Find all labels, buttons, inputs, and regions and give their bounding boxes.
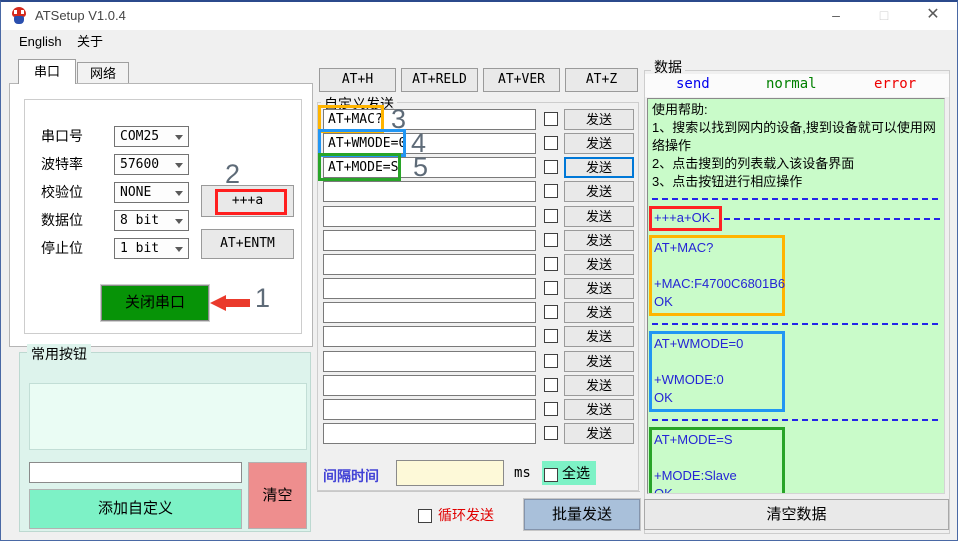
loop-send-checkbox[interactable] (418, 509, 432, 523)
clear-data-button[interactable]: 清空数据 (644, 499, 949, 530)
maximize-icon[interactable]: □ (867, 2, 901, 30)
row-checkbox[interactable] (544, 112, 558, 126)
custom-send-row: 发送 (1, 206, 958, 228)
send-button[interactable]: 发送 (564, 278, 634, 299)
select-all-control: 全选 (542, 461, 596, 485)
select-all-label: 全选 (562, 465, 590, 481)
arrow-left-icon (210, 295, 252, 311)
custom-send-row: 发送 (1, 181, 958, 203)
row-checkbox[interactable] (544, 209, 558, 223)
data-legend: send normal error (645, 74, 949, 97)
quick-button-atz[interactable]: AT+Z (565, 68, 638, 92)
send-button[interactable]: 发送 (564, 399, 634, 420)
row-checkbox[interactable] (544, 402, 558, 416)
row-checkbox[interactable] (544, 233, 558, 247)
legend-error: error (874, 76, 916, 92)
quick-button-atver[interactable]: AT+VER (483, 68, 560, 92)
loop-send-label: 循环发送 (438, 507, 494, 523)
custom-send-row: 发送 (1, 399, 958, 421)
close-icon[interactable]: ✕ (916, 2, 950, 30)
row-checkbox[interactable] (544, 329, 558, 343)
annotation-box-2 (215, 189, 287, 215)
custom-send-row: 发送3 (1, 109, 958, 131)
custom-send-row: 发送4 (1, 133, 958, 155)
send-button[interactable]: 发送 (564, 109, 634, 130)
row-checkbox[interactable] (544, 281, 558, 295)
annotation-number-2: 2 (225, 159, 240, 190)
batch-send-button[interactable]: 批量发送 (524, 499, 640, 530)
annotation-box-5 (318, 153, 401, 181)
custom-command-input[interactable] (323, 399, 536, 420)
custom-command-input[interactable] (323, 254, 536, 275)
custom-send-row: 发送 (1, 278, 958, 300)
custom-send-row: 发送 (1, 254, 958, 276)
clear-common-button[interactable]: 清空 (248, 462, 307, 529)
menu-item-about[interactable]: 关于 (73, 32, 107, 52)
send-button[interactable]: 发送 (564, 351, 634, 372)
quick-button-ath[interactable]: AT+H (319, 68, 396, 92)
custom-send-row: 发送 (1, 230, 958, 252)
legend-normal: normal (766, 76, 817, 92)
select-all-checkbox[interactable] (544, 468, 558, 482)
send-button[interactable]: 发送 (564, 326, 634, 347)
send-button[interactable]: 发送 (564, 157, 634, 178)
custom-send-row: 发送5 (1, 157, 958, 179)
loop-send-control: 循环发送 (418, 505, 494, 525)
custom-send-row: 发送 (1, 302, 958, 324)
custom-command-input[interactable] (323, 206, 536, 227)
log-blank-line (654, 449, 778, 467)
log-line: +MODE:Slave (654, 467, 778, 485)
annotation-number-5: 5 (413, 152, 428, 183)
row-checkbox[interactable] (544, 378, 558, 392)
tab-network[interactable]: 网络 (77, 62, 129, 84)
row-checkbox[interactable] (544, 257, 558, 271)
window-title: ATSetup V1.0.4 (35, 2, 126, 30)
custom-command-input[interactable] (323, 423, 536, 444)
custom-send-row: 发送 (1, 375, 958, 397)
ms-label: ms (514, 465, 531, 481)
interval-label: 间隔时间 (323, 466, 379, 486)
send-button[interactable]: 发送 (564, 254, 634, 275)
common-command-input[interactable] (29, 462, 242, 483)
log-line: OK (654, 485, 778, 494)
row-checkbox[interactable] (544, 426, 558, 440)
custom-command-input[interactable] (323, 326, 536, 347)
row-checkbox[interactable] (544, 305, 558, 319)
row-checkbox[interactable] (544, 354, 558, 368)
send-button[interactable]: 发送 (564, 375, 634, 396)
interval-input[interactable] (396, 460, 504, 486)
custom-send-row: 发送 (1, 423, 958, 445)
custom-send-row: 发送 (1, 326, 958, 348)
send-button[interactable]: 发送 (564, 206, 634, 227)
menu-bar: English 关于 (1, 30, 957, 54)
legend-send: send (676, 76, 710, 92)
add-custom-button[interactable]: 添加自定义 (29, 489, 242, 529)
divider (317, 491, 640, 492)
minimize-icon[interactable]: – (819, 2, 853, 30)
row-checkbox[interactable] (544, 160, 558, 174)
row-checkbox[interactable] (544, 184, 558, 198)
custom-command-input[interactable] (323, 181, 536, 202)
send-button[interactable]: 发送 (564, 181, 634, 202)
send-button[interactable]: 发送 (564, 423, 634, 444)
custom-command-input[interactable] (323, 375, 536, 396)
app-window: ATSetup V1.0.4 – □ ✕ English关于 串口 网络 串口号… (0, 0, 958, 541)
send-button[interactable]: 发送 (564, 302, 634, 323)
send-button[interactable]: 发送 (564, 230, 634, 251)
app-logo-icon (10, 7, 28, 25)
tab-serial[interactable]: 串口 (18, 59, 76, 84)
custom-command-input[interactable] (323, 278, 536, 299)
menu-item-english[interactable]: English (15, 32, 66, 52)
custom-command-input[interactable] (323, 351, 536, 372)
custom-command-input[interactable] (323, 230, 536, 251)
row-checkbox[interactable] (544, 136, 558, 150)
custom-send-row: 发送 (1, 351, 958, 373)
quick-button-atreld[interactable]: AT+RELD (401, 68, 478, 92)
annotation-number-1: 1 (255, 283, 270, 314)
custom-command-input[interactable] (323, 302, 536, 323)
title-bar: ATSetup V1.0.4 – □ ✕ (1, 2, 957, 30)
send-button[interactable]: 发送 (564, 133, 634, 154)
